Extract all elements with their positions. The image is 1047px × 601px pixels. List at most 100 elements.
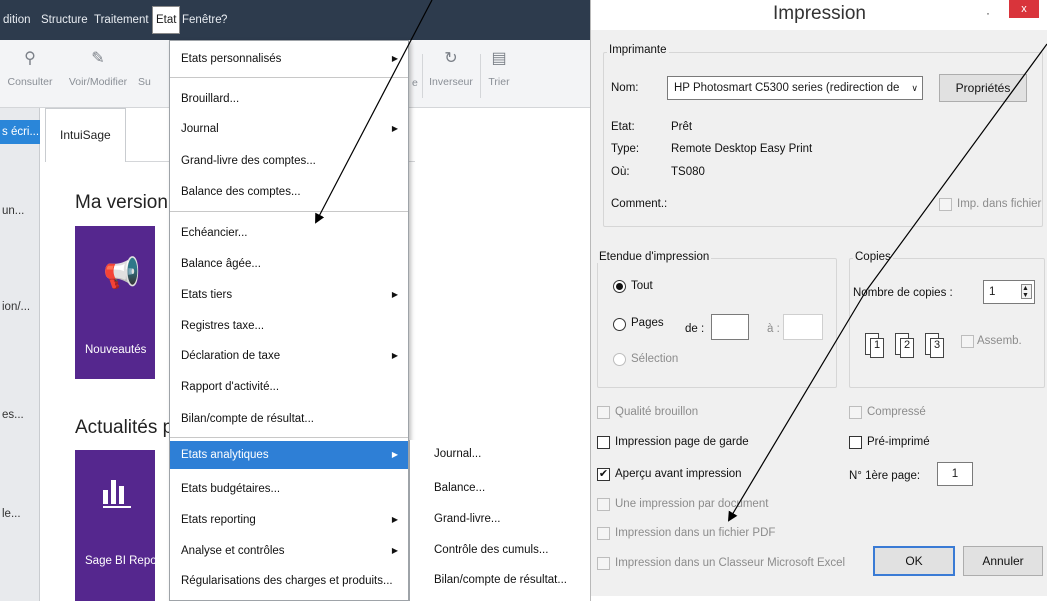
radio-all[interactable] [613, 280, 626, 293]
submenu-item-journal[interactable]: Journal... [410, 440, 590, 468]
consulter-button[interactable]: ⚲ Consulter [6, 50, 54, 88]
menu-item-bilan[interactable]: Bilan/compte de résultat... [170, 405, 408, 433]
preprinted-checkbox[interactable] [849, 436, 862, 449]
left-navigation: s écri... un... ion/... es... le... [0, 108, 40, 601]
consulter-label: Consulter [7, 76, 53, 88]
toolbar-divider [480, 54, 481, 98]
inverseur-button[interactable]: ↻ Inverseur [426, 50, 476, 88]
menu-separator [170, 437, 408, 438]
menu-fenetre[interactable]: Fenêtre [182, 0, 222, 40]
toolbar-fragment-e[interactable]: e [412, 77, 422, 89]
tab-intuisage[interactable]: IntuiSage [45, 108, 126, 162]
dialog-title: Impression [591, 0, 1047, 30]
menu-item-etats-reporting[interactable]: Etats reporting ▶ [170, 506, 408, 534]
nav-item-ecritures[interactable]: s écri... [0, 120, 40, 144]
sort-icon: ▤ [491, 50, 507, 67]
ok-button[interactable]: OK [873, 546, 955, 576]
excel-checkbox[interactable] [597, 557, 610, 570]
heading-actualites: Actualités p [75, 417, 174, 438]
su-button[interactable]: · Su [138, 50, 158, 88]
compressed-checkbox[interactable] [849, 406, 862, 419]
etat-dropdown-menu: Etats personnalisés ▶ Brouillard... Journ… [169, 40, 409, 601]
one-per-doc-label: Une impression par document [615, 498, 769, 510]
cancel-button[interactable]: Annuler [963, 546, 1043, 576]
menu-item-analyse-controles[interactable]: Analyse et contrôles ▶ [170, 537, 408, 565]
screenshot-root: { "menubar": { "items": ["dition", "Stru… [0, 0, 1047, 601]
submenu-item-controle-cumuls[interactable]: Contrôle des cumuls... [410, 536, 590, 564]
copies-group [849, 258, 1045, 388]
nav-item-es[interactable]: es... [2, 409, 24, 421]
print-to-file-label: Imp. dans fichier [957, 198, 1042, 210]
one-per-doc-checkbox[interactable] [597, 498, 610, 511]
dialog-bottom-edge [591, 596, 1047, 601]
where-label: Où: [611, 166, 630, 178]
menu-bar: dition Structure Traitement Etat Fenêtre… [0, 0, 590, 40]
draft-quality-label: Qualité brouillon [615, 406, 699, 418]
toolbar-divider [422, 54, 423, 98]
nav-item-ion[interactable]: ion/... [2, 301, 30, 313]
menu-item-etats-tiers[interactable]: Etats tiers ▶ [170, 281, 408, 309]
submenu-arrow-icon: ▶ [391, 54, 398, 63]
first-page-label: N° 1ère page: [849, 470, 921, 482]
copies-value: 1 [989, 286, 996, 298]
menu-item-echeancier[interactable]: Echéancier... [170, 219, 408, 247]
menu-edition[interactable]: dition [3, 0, 31, 40]
menu-item-grand-livre[interactable]: Grand-livre des comptes... [170, 147, 408, 175]
menu-item-label: Etats reporting [181, 514, 256, 526]
submenu-item-bilan[interactable]: Bilan/compte de résultat... [410, 566, 590, 594]
card-nouveautes[interactable]: 📢 Nouveautés [75, 226, 155, 379]
menu-item-etats-analytiques[interactable]: Etats analytiques ▶ [170, 441, 408, 469]
submenu-item-grand-livre[interactable]: Grand-livre... [410, 505, 590, 533]
preview-checkbox[interactable]: ✔ [597, 468, 610, 481]
menu-separator [170, 211, 408, 212]
cover-page-checkbox[interactable] [597, 436, 610, 449]
draft-quality-checkbox[interactable] [597, 406, 610, 419]
menu-structure[interactable]: Structure [41, 0, 88, 40]
menu-item-registres-taxe[interactable]: Registres taxe... [170, 312, 408, 340]
menu-item-journal[interactable]: Journal ▶ [170, 115, 408, 143]
e-label: e [412, 77, 418, 89]
page-to-input[interactable] [783, 314, 823, 340]
properties-button[interactable]: Propriétés [939, 74, 1027, 102]
print-range-label: Etendue d'impression [597, 251, 712, 263]
menu-item-regularisations[interactable]: Régularisations des charges et produits.… [170, 567, 408, 595]
menu-item-rapport-activite[interactable]: Rapport d'activité... [170, 373, 408, 401]
card-sage-bi[interactable]: Sage BI Repo [75, 450, 157, 601]
print-to-file-checkbox[interactable] [939, 198, 952, 211]
page-from-input[interactable] [711, 314, 749, 340]
menu-etat[interactable]: Etat [152, 6, 181, 34]
trier-button[interactable]: ▤ Trier [484, 50, 514, 88]
menu-item-brouillard[interactable]: Brouillard... [170, 85, 408, 113]
excel-label: Impression dans un Classeur Microsoft Ex… [615, 557, 846, 569]
voir-modifier-button[interactable]: ✎ Voir/Modifier [64, 50, 132, 88]
menu-item-label: Etats personnalisés [181, 53, 282, 65]
comment-label: Comment.: [611, 198, 668, 210]
nav-item-le[interactable]: le... [2, 508, 21, 520]
collate-checkbox[interactable] [961, 335, 974, 348]
copies-spinner[interactable]: 1 ▲ ▼ [983, 280, 1035, 304]
spinner-arrows-icon[interactable]: ▲ ▼ [1021, 284, 1032, 299]
collate-label: Assemb. [977, 335, 1022, 347]
menu-item-declaration-taxe[interactable]: Déclaration de taxe ▶ [170, 342, 408, 370]
close-button[interactable]: x [1009, 0, 1039, 18]
menu-item-etats-personnalises[interactable]: Etats personnalisés ▶ [170, 45, 408, 73]
radio-selection[interactable] [613, 353, 626, 366]
menu-item-balance-comptes[interactable]: Balance des comptes... [170, 178, 408, 206]
menu-item-etats-budgetaires[interactable]: Etats budgétaires... [170, 475, 408, 503]
submenu-item-balance[interactable]: Balance... [410, 474, 590, 502]
status-value: Prêt [671, 121, 693, 133]
menu-item-label: Analyse et contrôles [181, 545, 285, 557]
menu-separator [170, 77, 408, 78]
radio-pages[interactable] [613, 318, 626, 331]
nav-item-un[interactable]: un... [2, 205, 24, 217]
menu-item-balance-agee[interactable]: Balance âgée... [170, 250, 408, 278]
chevron-down-icon: ∨ [908, 77, 918, 99]
copies-count-label: Nombre de copies : [853, 287, 953, 299]
pdf-checkbox[interactable] [597, 527, 610, 540]
menu-item-label: Etats tiers [181, 289, 233, 301]
menu-help[interactable]: ? [221, 0, 227, 40]
menu-traitement[interactable]: Traitement [94, 0, 149, 40]
first-page-input[interactable]: 1 [937, 462, 973, 486]
printer-name-select[interactable]: HP Photosmart C5300 series (redirection … [667, 76, 923, 100]
submenu-arrow-icon: ▶ [391, 515, 398, 524]
